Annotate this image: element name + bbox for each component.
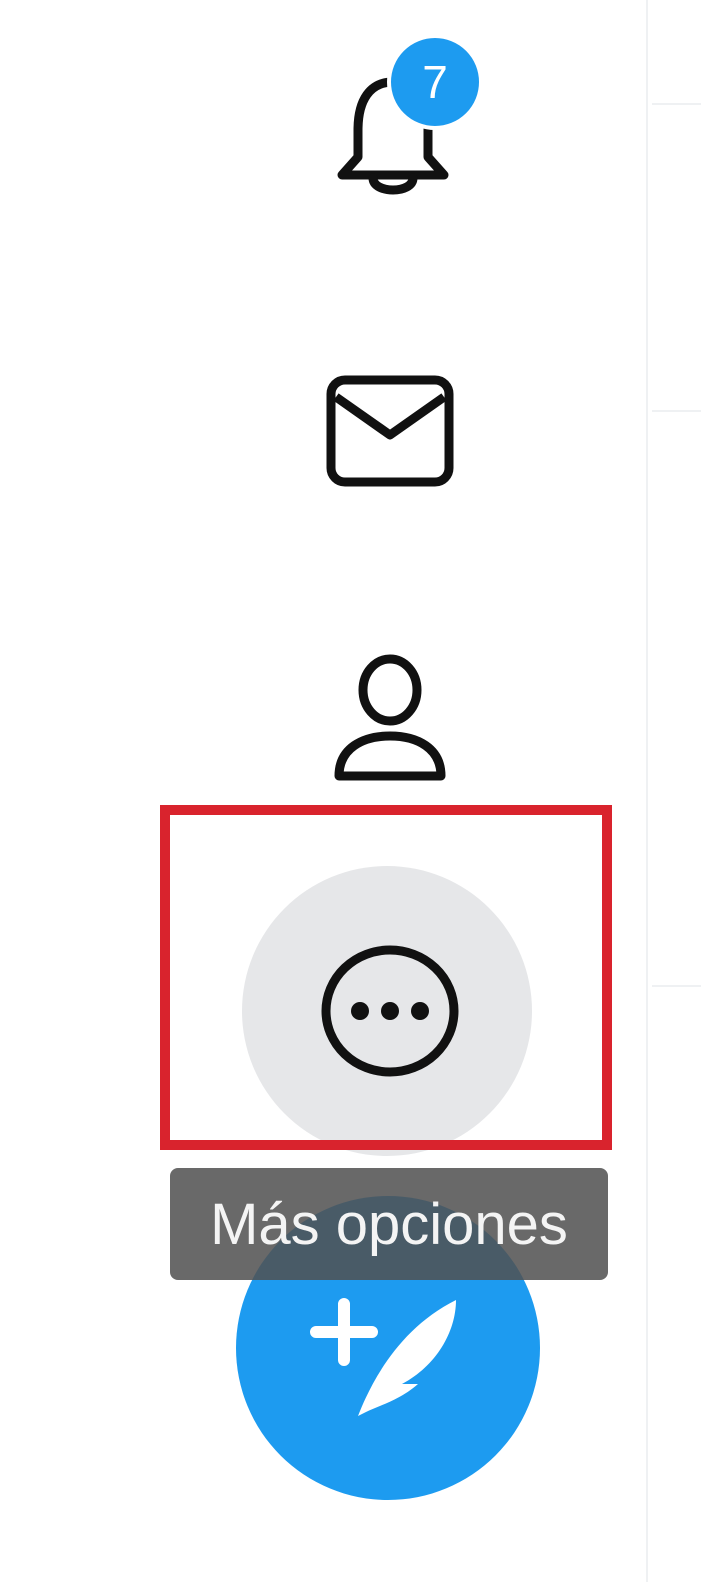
compose-feather-plus-icon [306,1288,476,1428]
nav-profile[interactable] [330,652,450,786]
content-divider [652,103,701,105]
content-divider [652,985,701,987]
envelope-icon [324,373,456,489]
nav-messages[interactable] [324,373,456,489]
notification-count-badge: 7 [387,34,483,130]
content-divider [652,410,701,412]
more-options-tooltip: Más opciones [170,1168,608,1280]
highlight-box [160,805,612,1150]
person-icon [330,652,450,786]
main-content-edge [648,0,701,1582]
tooltip-text: Más opciones [210,1191,568,1257]
